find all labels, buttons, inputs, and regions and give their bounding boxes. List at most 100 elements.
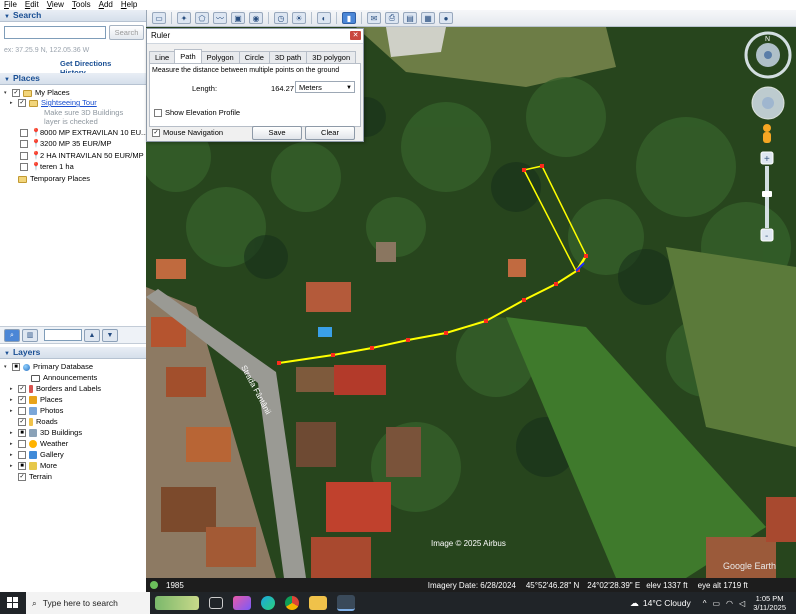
taskbar-search[interactable]: ⌕ Type here to search [26, 592, 150, 614]
menu-edit[interactable]: Edit [21, 0, 43, 10]
copilot-icon[interactable] [233, 596, 251, 610]
expand-icon[interactable]: ▸ [10, 395, 16, 405]
layer-places[interactable]: ▸ ✓ Places [10, 395, 63, 405]
earth-gallery-icon[interactable]: ● [439, 12, 453, 24]
widget-icon[interactable] [155, 596, 199, 610]
sunlight-icon[interactable]: ☀ [292, 12, 306, 24]
places-header[interactable]: ▼ Places [0, 73, 146, 85]
search-places-icon[interactable]: ⌕ [4, 329, 20, 342]
task-view-icon[interactable] [209, 597, 223, 609]
menu-add[interactable]: Add [95, 0, 117, 10]
menu-help[interactable]: Help [117, 0, 141, 10]
clear-button[interactable]: Clear [305, 126, 355, 140]
layer-weather[interactable]: ▸ Weather [10, 439, 68, 449]
google-earth-taskbar-icon[interactable] [337, 595, 355, 611]
places-filter-input[interactable] [44, 329, 82, 341]
unit-select[interactable]: Meters ▼ [295, 81, 355, 93]
pegman-icon[interactable] [760, 123, 774, 145]
layer-primary-db[interactable]: ▾ ■ Primary Database [4, 362, 93, 372]
sidebar-toggle-icon[interactable]: ▭ [152, 12, 166, 24]
zoom-slider[interactable]: + - [760, 151, 774, 245]
search-input[interactable] [4, 26, 106, 39]
expand-icon[interactable]: ▾ [4, 88, 10, 98]
expand-icon[interactable]: ▸ [10, 406, 16, 416]
tree-item-placemark[interactable]: 📍 3200 MP 35 EUR/MP [20, 139, 112, 149]
clock[interactable]: 1:05 PM 3/11/2025 [753, 594, 786, 612]
joystick-icon[interactable] [750, 85, 786, 121]
checkbox[interactable] [18, 440, 26, 448]
tree-label[interactable]: Sightseeing Tour [41, 98, 97, 108]
weather-text[interactable]: 14°C Cloudy [643, 598, 691, 608]
email-icon[interactable]: ✉ [367, 12, 381, 24]
historical-clock-icon[interactable] [150, 581, 158, 589]
checkbox[interactable]: ✓ [18, 473, 26, 481]
search-button[interactable]: Search [109, 25, 144, 40]
checkbox[interactable]: ■ [12, 363, 20, 371]
layer-terrain[interactable]: ✓ Terrain [10, 472, 52, 482]
checkbox[interactable]: ✓ [152, 128, 160, 137]
mouse-navigation-toggle[interactable]: ✓ Mouse Navigation [152, 128, 223, 137]
layer-roads[interactable]: ✓ Roads [10, 417, 58, 427]
planets-icon[interactable]: ◐ [317, 12, 331, 24]
file-explorer-icon[interactable] [309, 596, 327, 610]
panel-toggle-icon[interactable]: ▥ [22, 329, 38, 342]
volume-icon[interactable]: ◁ [739, 599, 745, 608]
checkbox[interactable] [18, 451, 26, 459]
tree-item-temporary[interactable]: Temporary Places [10, 174, 90, 184]
expand-icon[interactable]: ▸ [10, 450, 16, 460]
layer-announcements[interactable]: Announcements [20, 373, 97, 383]
search-header[interactable]: ▼ Search [0, 10, 146, 22]
expand-icon[interactable]: ▸ [10, 98, 16, 108]
checkbox[interactable] [20, 152, 28, 160]
checkbox[interactable] [20, 163, 28, 171]
checkbox[interactable]: ✓ [18, 99, 26, 107]
edge-icon[interactable] [261, 596, 275, 610]
layer-borders[interactable]: ▸ ✓ Borders and Labels [10, 384, 101, 394]
tree-item-my-places[interactable]: ▾ ✓ My Places [4, 88, 70, 98]
chrome-icon[interactable] [285, 596, 299, 610]
save-image-icon[interactable]: ▤ [403, 12, 417, 24]
ruler-icon[interactable]: ▮ [342, 12, 356, 24]
record-tour-icon[interactable]: ◉ [249, 12, 263, 24]
checkbox[interactable]: ✓ [18, 418, 26, 426]
wifi-icon[interactable]: ◠ [726, 599, 733, 608]
expand-icon[interactable]: ▸ [10, 461, 16, 471]
polygon-icon[interactable]: ⬠ [195, 12, 209, 24]
checkbox[interactable]: ✓ [18, 385, 26, 393]
street-view-pegman-icon[interactable] [760, 123, 774, 147]
tree-item-placemark[interactable]: 📍 2 HA INTRAVILAN 50 EUR/MP [20, 151, 144, 161]
network-icon[interactable]: ▭ [712, 599, 720, 608]
image-overlay-icon[interactable]: ▣ [231, 12, 245, 24]
expand-icon[interactable]: ▸ [10, 439, 16, 449]
close-icon[interactable]: ✕ [350, 31, 361, 40]
chevron-up-icon[interactable]: ^ [703, 599, 707, 608]
get-directions-link[interactable]: Get Directions [60, 59, 111, 68]
print-icon[interactable]: ⎙ [385, 12, 399, 24]
historical-imagery-icon[interactable]: ◷ [274, 12, 288, 24]
layer-3d-buildings[interactable]: ▸ ■ 3D Buildings [10, 428, 82, 438]
tree-item-sightseeing[interactable]: ▸ ✓ Sightseeing Tour [10, 98, 97, 108]
checkbox[interactable] [154, 108, 162, 117]
compass-control[interactable]: N [744, 31, 792, 81]
zoom-thumb[interactable] [762, 191, 772, 197]
layer-gallery[interactable]: ▸ Gallery [10, 450, 64, 460]
menu-view[interactable]: View [43, 0, 68, 10]
checkbox[interactable] [20, 140, 28, 148]
checkbox[interactable] [18, 407, 26, 415]
tree-item-placemark[interactable]: 📍 8000 MP EXTRAVILAN 10 EU... [20, 128, 147, 138]
checkbox[interactable]: ✓ [18, 396, 26, 404]
checkbox[interactable]: ✓ [12, 89, 20, 97]
ruler-title-bar[interactable]: Ruler ✕ [147, 29, 363, 44]
tab-path[interactable]: Path [174, 49, 202, 64]
tree-item-placemark[interactable]: 📍 teren 1 ha [20, 162, 74, 172]
windows-start-icon[interactable] [0, 597, 26, 609]
expand-icon[interactable]: ▸ [10, 428, 16, 438]
view-maps-icon[interactable]: ▦ [421, 12, 435, 24]
checkbox[interactable]: ■ [18, 429, 26, 437]
layer-photos[interactable]: ▸ Photos [10, 406, 63, 416]
layers-header[interactable]: ▼ Layers [0, 347, 146, 359]
look-joystick[interactable] [750, 85, 786, 123]
show-elevation-toggle[interactable]: Show Elevation Profile [154, 108, 240, 117]
menu-tools[interactable]: Tools [68, 0, 95, 10]
layer-more[interactable]: ▸ ■ More [10, 461, 57, 471]
